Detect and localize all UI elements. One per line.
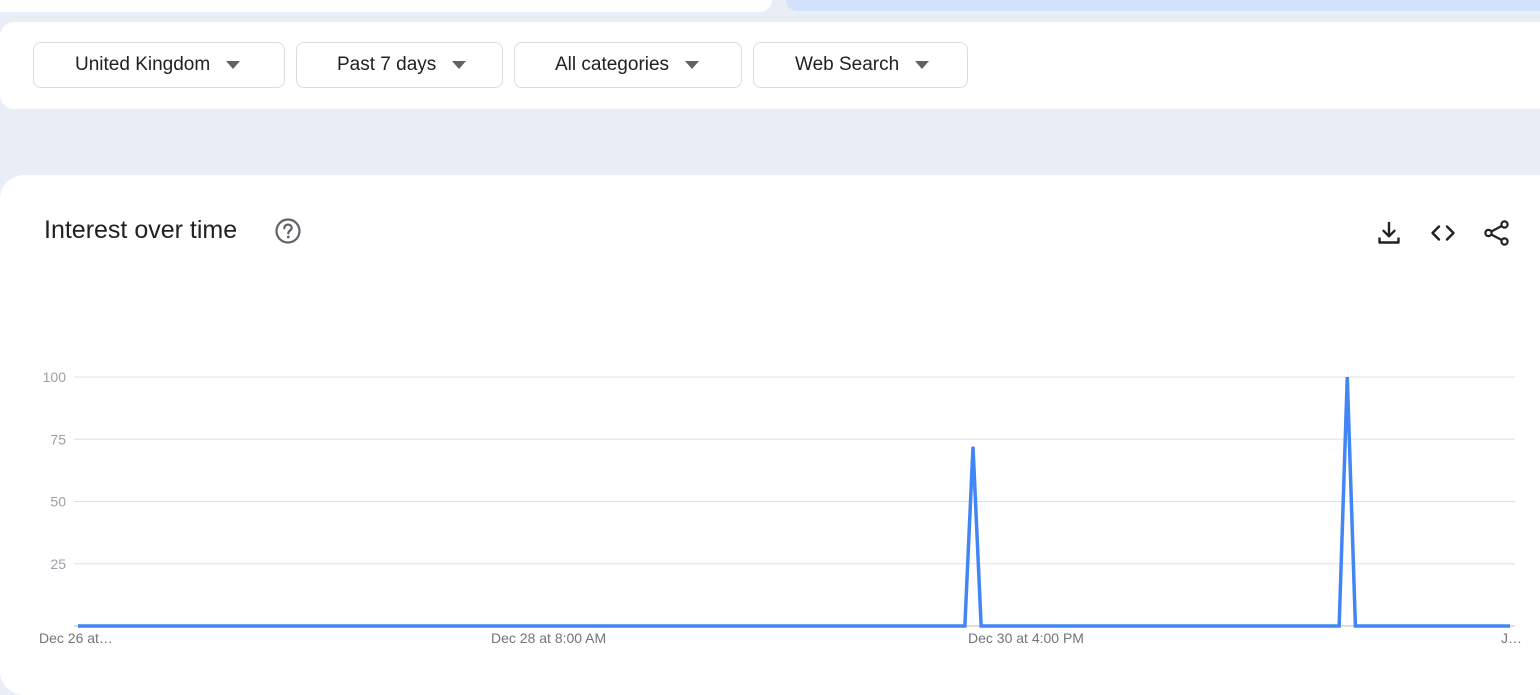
region-dropdown-label: United Kingdom [75,54,211,75]
x-tick-label: Dec 28 at 8:00 AM [491,630,606,646]
dropdown-arrow-icon [226,61,241,69]
compare-box-bottom-edge [786,0,1540,11]
filter-bar: United Kingdom Past 7 days All categorie… [0,22,1540,109]
category-dropdown-label: All categories [555,54,670,75]
y-tick-label: 100 [43,369,67,385]
search-type-dropdown[interactable]: Web Search [753,42,968,88]
interest-over-time-card: Interest over time 100 75 50 25 Dec 26 at… De… [0,175,1540,695]
category-dropdown[interactable]: All categories [514,42,742,88]
interest-line-chart: 100 75 50 25 Dec 26 at… Dec 28 at 8:00 AM Dec … [39,369,1522,646]
time-range-dropdown-label: Past 7 days [337,54,437,75]
dropdown-arrow-icon [685,61,700,69]
dropdown-arrow-icon [915,61,930,69]
time-range-dropdown[interactable]: Past 7 days [296,42,503,88]
y-tick-label: 50 [50,494,66,510]
search-box-bottom-edge [0,0,772,12]
region-dropdown[interactable]: United Kingdom [33,42,285,88]
x-tick-label: Dec 26 at… [39,630,113,646]
y-tick-label: 25 [50,556,66,572]
x-tick-label: Dec 30 at 4:00 PM [968,630,1084,646]
y-tick-label: 75 [50,431,66,447]
search-type-dropdown-label: Web Search [795,54,900,75]
x-tick-label: J… [1501,630,1522,646]
dropdown-arrow-icon [452,61,467,69]
